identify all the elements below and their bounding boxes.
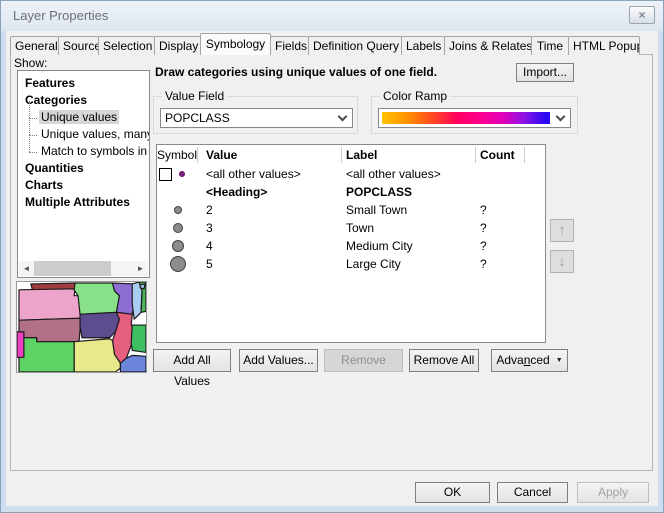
table-row-small-town[interactable]: 2 Small Town ? — [157, 201, 545, 219]
down-arrow-icon: ↓ — [558, 253, 566, 270]
table-row-large-city[interactable]: 5 Large City ? — [157, 255, 545, 273]
advanced-button[interactable]: Advanced▼ — [491, 349, 568, 372]
tab-definition-query[interactable]: Definition Query — [308, 36, 402, 55]
remove-button[interactable]: Remove — [324, 349, 403, 372]
scroll-right-icon[interactable]: ► — [133, 261, 148, 276]
table-row-medium-city[interactable]: 4 Medium City ? — [157, 237, 545, 255]
value-field-dropdown[interactable]: POPCLASS — [160, 108, 353, 128]
values-list-header: Symbol Value Label Count — [157, 145, 545, 165]
header-symbol: Symbol — [157, 147, 198, 163]
tree-horizontal-scrollbar[interactable]: ◄ ► — [19, 261, 148, 276]
tab-symbology[interactable]: Symbology — [200, 33, 271, 55]
tab-html-popup[interactable]: HTML Popup — [568, 36, 640, 55]
tab-fields[interactable]: Fields — [270, 36, 309, 55]
tree-item-multiple-attributes[interactable]: Multiple Attributes — [23, 194, 149, 211]
values-list: Symbol Value Label Count <all other valu… — [156, 144, 546, 343]
symbol-dot[interactable] — [173, 223, 183, 233]
tree-item-quantities[interactable]: Quantities — [23, 160, 149, 177]
close-icon[interactable]: × — [629, 6, 655, 24]
up-arrow-icon: ↑ — [558, 222, 566, 239]
dialog-client-area: General Source Selection Display Symbolo… — [6, 31, 658, 506]
import-button[interactable]: Import... — [516, 63, 574, 82]
color-ramp-swatch — [382, 112, 550, 124]
title-bar[interactable]: Layer Properties × — [1, 1, 663, 31]
tab-labels[interactable]: Labels — [401, 36, 445, 55]
symbol-dot[interactable] — [172, 240, 184, 252]
map-preview — [16, 281, 147, 373]
all-other-values-symbol[interactable] — [179, 171, 185, 177]
header-label: Label — [342, 147, 476, 163]
tab-source[interactable]: Source — [58, 36, 99, 55]
tree-item-unique-values[interactable]: Unique values — [23, 109, 149, 126]
header-value: Value — [198, 147, 342, 163]
show-label: Show: — [14, 56, 47, 70]
layer-properties-dialog: Layer Properties × General Source Select… — [0, 0, 664, 513]
symbology-tab-page: Show: Features Categories Unique values … — [10, 54, 653, 471]
panel-description: Draw categories using unique values of o… — [155, 65, 437, 79]
tree-item-categories[interactable]: Categories — [23, 92, 149, 109]
add-values-button[interactable]: Add Values... — [239, 349, 318, 372]
map-preview-image — [17, 282, 146, 372]
scroll-left-icon[interactable]: ◄ — [19, 261, 34, 276]
tree-item-charts[interactable]: Charts — [23, 177, 149, 194]
apply-button[interactable]: Apply — [577, 482, 649, 503]
move-down-button[interactable]: ↓ — [550, 250, 574, 273]
tab-selection[interactable]: Selection — [98, 36, 155, 55]
value-field-group: Value Field POPCLASS — [153, 96, 358, 134]
symbol-dot[interactable] — [174, 206, 182, 214]
dropdown-arrow-icon: ▼ — [556, 357, 563, 364]
tree-item-match-to-symbols[interactable]: Match to symbols in a — [23, 143, 149, 160]
tab-time[interactable]: Time — [531, 36, 569, 55]
table-row-town[interactable]: 3 Town ? — [157, 219, 545, 237]
header-count: Count — [476, 147, 525, 163]
scrollbar-thumb[interactable] — [34, 261, 111, 276]
window-title: Layer Properties — [13, 8, 108, 23]
color-ramp-group: Color Ramp — [371, 96, 578, 134]
move-up-button[interactable]: ↑ — [550, 219, 574, 242]
value-field-label: Value Field — [162, 89, 227, 103]
ok-button[interactable]: OK — [415, 482, 490, 503]
remove-all-button[interactable]: Remove All — [409, 349, 479, 372]
tree-item-features[interactable]: Features — [23, 75, 149, 92]
color-ramp-label: Color Ramp — [380, 89, 450, 103]
tab-display[interactable]: Display — [154, 36, 201, 55]
tab-joins-relates[interactable]: Joins & Relates — [444, 36, 532, 55]
value-field-value: POPCLASS — [161, 109, 352, 127]
chevron-down-icon[interactable] — [556, 112, 566, 122]
tab-general[interactable]: General — [10, 36, 59, 55]
table-row-all-other-values[interactable]: <all other values> <all other values> — [157, 165, 545, 183]
tree-item-unique-values-many[interactable]: Unique values, many — [23, 126, 149, 143]
all-other-values-checkbox[interactable] — [159, 168, 172, 181]
table-row-heading[interactable]: <Heading> POPCLASS — [157, 183, 545, 201]
cancel-button[interactable]: Cancel — [497, 482, 568, 503]
symbol-dot[interactable] — [170, 256, 186, 272]
tab-bar: General Source Selection Display Symbolo… — [10, 33, 639, 55]
add-all-values-button[interactable]: Add All Values — [153, 349, 231, 372]
show-tree: Features Categories Unique values Unique… — [17, 70, 150, 278]
color-ramp-dropdown[interactable] — [378, 108, 571, 128]
